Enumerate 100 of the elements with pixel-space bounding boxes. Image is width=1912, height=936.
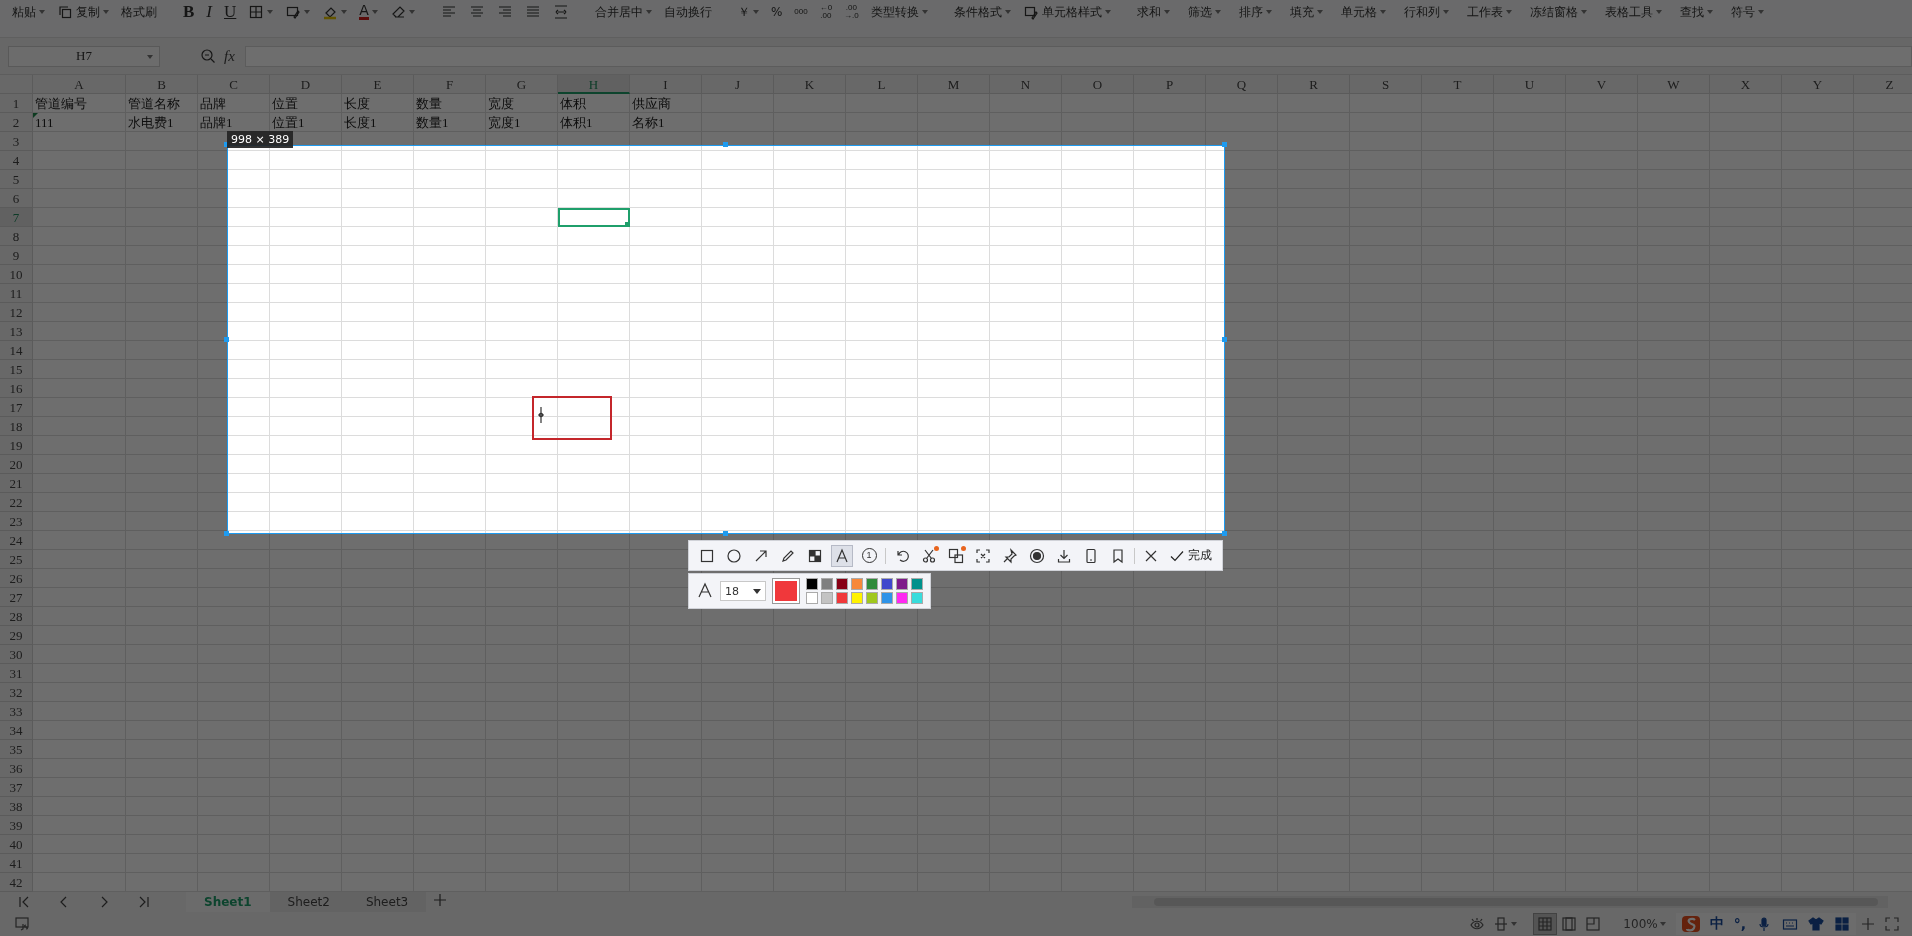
row-header[interactable]: 39 bbox=[0, 816, 33, 835]
sheet-tab[interactable]: Sheet2 bbox=[269, 892, 348, 912]
row-header[interactable]: 29 bbox=[0, 626, 33, 645]
row-header[interactable]: 2 bbox=[0, 113, 33, 132]
color-swatch[interactable] bbox=[911, 592, 923, 604]
row-header[interactable]: 22 bbox=[0, 493, 33, 512]
column-header[interactable]: H bbox=[558, 75, 630, 94]
ribbon-button[interactable]: % bbox=[768, 2, 785, 22]
row-header[interactable]: 15 bbox=[0, 360, 33, 379]
row-header[interactable]: 6 bbox=[0, 189, 33, 208]
row-header[interactable]: 5 bbox=[0, 170, 33, 189]
ribbon-button[interactable]: 排序 bbox=[1236, 2, 1274, 22]
resize-handle[interactable] bbox=[1222, 142, 1227, 147]
ribbon-button[interactable]: 工作表 bbox=[1464, 2, 1514, 22]
column-header[interactable]: W bbox=[1638, 75, 1710, 94]
row-header[interactable]: 11 bbox=[0, 284, 33, 303]
ribbon-button[interactable]: 单元格 bbox=[1338, 2, 1388, 22]
row-header[interactable]: 40 bbox=[0, 835, 33, 854]
row-header[interactable]: 10 bbox=[0, 265, 33, 284]
row-header[interactable]: 30 bbox=[0, 645, 33, 664]
row-header[interactable]: 23 bbox=[0, 512, 33, 531]
column-header[interactable]: V bbox=[1566, 75, 1638, 94]
column-header[interactable]: F bbox=[414, 75, 486, 94]
column-header[interactable]: S bbox=[1350, 75, 1422, 94]
color-swatch[interactable] bbox=[881, 592, 893, 604]
column-header[interactable]: L bbox=[846, 75, 918, 94]
row-header[interactable]: 37 bbox=[0, 778, 33, 797]
sheet-tab[interactable]: Sheet3 bbox=[347, 892, 427, 912]
row-header[interactable]: 36 bbox=[0, 759, 33, 778]
row-header[interactable]: 35 bbox=[0, 740, 33, 759]
ribbon-button[interactable]: ￥ bbox=[735, 2, 761, 22]
color-swatch[interactable] bbox=[836, 592, 848, 604]
ribbon-button[interactable]: 填充 bbox=[1287, 2, 1325, 22]
ribbon-button[interactable]: 查找 bbox=[1677, 2, 1715, 22]
color-swatch[interactable] bbox=[821, 578, 833, 590]
color-swatch[interactable] bbox=[866, 578, 878, 590]
row-header[interactable]: 13 bbox=[0, 322, 33, 341]
column-header[interactable]: U bbox=[1494, 75, 1566, 94]
ribbon-button[interactable]: 粘贴 bbox=[10, 2, 47, 22]
function-label[interactable]: fx bbox=[224, 47, 235, 65]
column-header[interactable]: X bbox=[1710, 75, 1782, 94]
row-header[interactable]: 1 bbox=[0, 94, 33, 113]
row-header[interactable]: 25 bbox=[0, 550, 33, 569]
column-header[interactable]: I bbox=[630, 75, 702, 94]
column-header[interactable]: E bbox=[342, 75, 414, 94]
ribbon-button[interactable]: 行和列 bbox=[1401, 2, 1451, 22]
ribbon-button[interactable]: 类型转换 bbox=[868, 2, 930, 22]
column-header[interactable]: N bbox=[990, 75, 1062, 94]
current-color-swatch[interactable] bbox=[772, 578, 800, 604]
ribbon-button[interactable]: 表格工具 bbox=[1602, 2, 1664, 22]
row-header[interactable]: 16 bbox=[0, 379, 33, 398]
resize-handle[interactable] bbox=[224, 531, 229, 536]
ribbon-button[interactable]: 符号 bbox=[1728, 2, 1766, 22]
number-marker-button[interactable]: 1 bbox=[858, 544, 880, 567]
color-swatch[interactable] bbox=[806, 592, 818, 604]
row-header[interactable]: 27 bbox=[0, 588, 33, 607]
ribbon-button[interactable]: 条件格式 bbox=[951, 2, 1013, 22]
ime-mode[interactable]: 中 bbox=[1709, 915, 1724, 933]
view-button[interactable] bbox=[1533, 913, 1558, 935]
column-header[interactable]: J bbox=[702, 75, 774, 94]
ribbon-button[interactable]: 冻结窗格 bbox=[1527, 2, 1589, 22]
row-header[interactable]: 20 bbox=[0, 455, 33, 474]
name-box[interactable]: H7 bbox=[8, 45, 160, 67]
color-swatch[interactable] bbox=[851, 592, 863, 604]
row-header[interactable]: 31 bbox=[0, 664, 33, 683]
row-header[interactable]: 34 bbox=[0, 721, 33, 740]
color-swatch[interactable] bbox=[896, 578, 908, 590]
row-header[interactable]: 19 bbox=[0, 436, 33, 455]
column-header[interactable]: G bbox=[486, 75, 558, 94]
color-swatch[interactable] bbox=[911, 578, 923, 590]
ribbon-button[interactable]: 自动换行 bbox=[661, 2, 714, 22]
ribbon-button[interactable]: 单元格样式 bbox=[1020, 2, 1113, 22]
ribbon-button[interactable]: 格式刷 bbox=[119, 2, 159, 22]
color-swatch[interactable] bbox=[806, 578, 818, 590]
column-header[interactable]: A bbox=[33, 75, 126, 94]
row-header[interactable]: 42 bbox=[0, 873, 33, 892]
column-header[interactable]: Y bbox=[1782, 75, 1854, 94]
column-header[interactable]: P bbox=[1134, 75, 1206, 94]
ribbon-button[interactable]: 筛选 bbox=[1185, 2, 1223, 22]
row-header[interactable]: 17 bbox=[0, 398, 33, 417]
color-swatch[interactable] bbox=[821, 592, 833, 604]
column-header[interactable]: K bbox=[774, 75, 846, 94]
column-header[interactable]: D bbox=[270, 75, 342, 94]
ribbon-button[interactable]: 合并居中 bbox=[592, 2, 654, 22]
row-header[interactable]: 7 bbox=[0, 208, 33, 227]
ribbon-button[interactable]: 求和 bbox=[1134, 2, 1172, 22]
annotation-rectangle[interactable] bbox=[532, 396, 612, 440]
column-header[interactable]: M bbox=[918, 75, 990, 94]
row-header[interactable]: 38 bbox=[0, 797, 33, 816]
row-header[interactable]: 32 bbox=[0, 683, 33, 702]
color-swatch[interactable] bbox=[866, 592, 878, 604]
resize-handle[interactable] bbox=[1222, 531, 1227, 536]
color-swatch[interactable] bbox=[851, 578, 863, 590]
increase-decimal-button[interactable]: ←0 .00 bbox=[817, 4, 835, 20]
resize-handle[interactable] bbox=[224, 336, 229, 342]
column-header[interactable]: R bbox=[1278, 75, 1350, 94]
column-header[interactable]: T bbox=[1422, 75, 1494, 94]
column-header[interactable]: Q bbox=[1206, 75, 1278, 94]
color-swatch[interactable] bbox=[896, 592, 908, 604]
row-header[interactable]: 21 bbox=[0, 474, 33, 493]
